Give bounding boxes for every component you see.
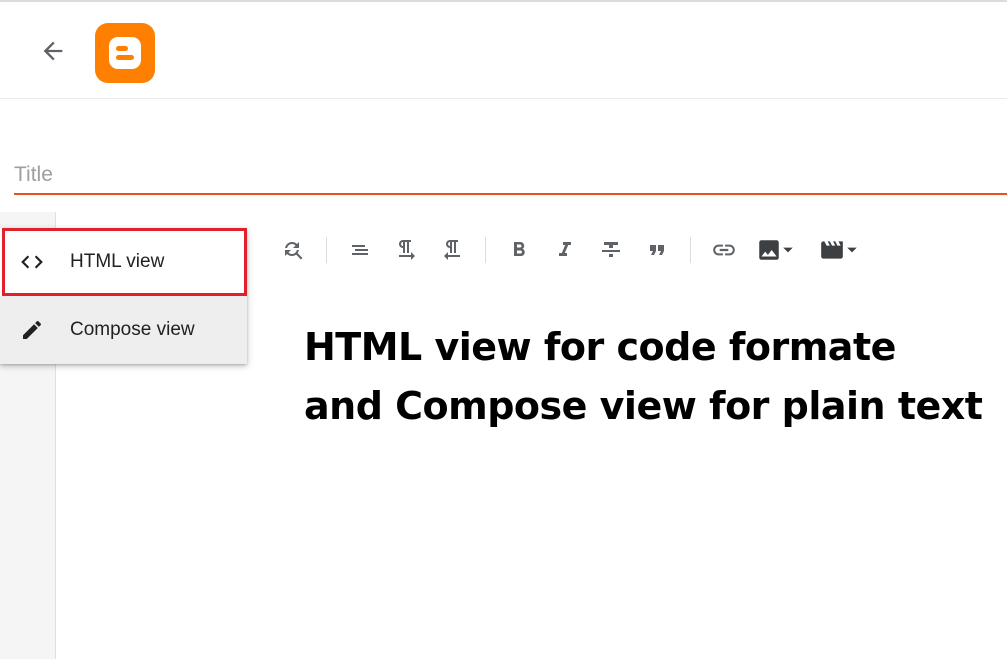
toolbar-separator xyxy=(690,237,691,263)
link-button[interactable] xyxy=(706,232,742,268)
italic-icon xyxy=(559,242,571,256)
insert-video-icon xyxy=(821,241,843,259)
toolbar-separator xyxy=(485,237,486,263)
menu-item-html-view[interactable]: HTML view xyxy=(0,228,247,296)
toolbar-separator xyxy=(326,237,327,263)
link-icon xyxy=(713,244,735,256)
align-icon xyxy=(352,245,368,255)
blogger-logo-icon[interactable] xyxy=(95,23,155,83)
app-header xyxy=(0,2,1007,99)
compose-view-label: Compose view xyxy=(70,319,195,340)
annotation-text: HTML view for code formate and Compose v… xyxy=(304,318,994,436)
insert-image-button[interactable] xyxy=(752,232,798,268)
back-button[interactable] xyxy=(32,30,74,72)
bold-icon xyxy=(514,242,525,256)
italic-button[interactable] xyxy=(547,232,583,268)
quote-icon xyxy=(650,245,664,255)
insert-image-icon xyxy=(759,240,779,260)
rtl-icon xyxy=(444,240,460,260)
code-icon xyxy=(0,249,64,275)
title-input[interactable] xyxy=(14,158,1007,192)
annotation-line-1: HTML view for code formate xyxy=(304,325,896,369)
ltr-button[interactable] xyxy=(388,232,424,268)
ltr-icon xyxy=(399,240,415,260)
arrow-left-icon xyxy=(43,41,63,61)
annotation-line-2: and Compose view for plain text xyxy=(304,384,983,428)
title-underline xyxy=(14,193,1007,195)
dropdown-arrow-icon xyxy=(783,247,793,253)
strikethrough-button[interactable] xyxy=(593,232,629,268)
find-replace-button[interactable] xyxy=(275,232,311,268)
view-mode-menu: HTML view Compose view xyxy=(0,228,247,364)
formatting-toolbar xyxy=(270,226,866,274)
dropdown-arrow-icon xyxy=(847,247,857,253)
quote-button[interactable] xyxy=(639,232,675,268)
bold-button[interactable] xyxy=(501,232,537,268)
insert-video-button[interactable] xyxy=(815,232,861,268)
menu-item-compose-view[interactable]: Compose view xyxy=(0,296,247,364)
strikethrough-icon xyxy=(602,242,620,257)
find-replace-icon xyxy=(285,241,303,260)
rtl-button[interactable] xyxy=(434,232,470,268)
align-button[interactable] xyxy=(342,232,378,268)
title-row xyxy=(0,150,1007,196)
pencil-icon xyxy=(0,318,64,342)
html-view-label: HTML view xyxy=(70,251,165,272)
